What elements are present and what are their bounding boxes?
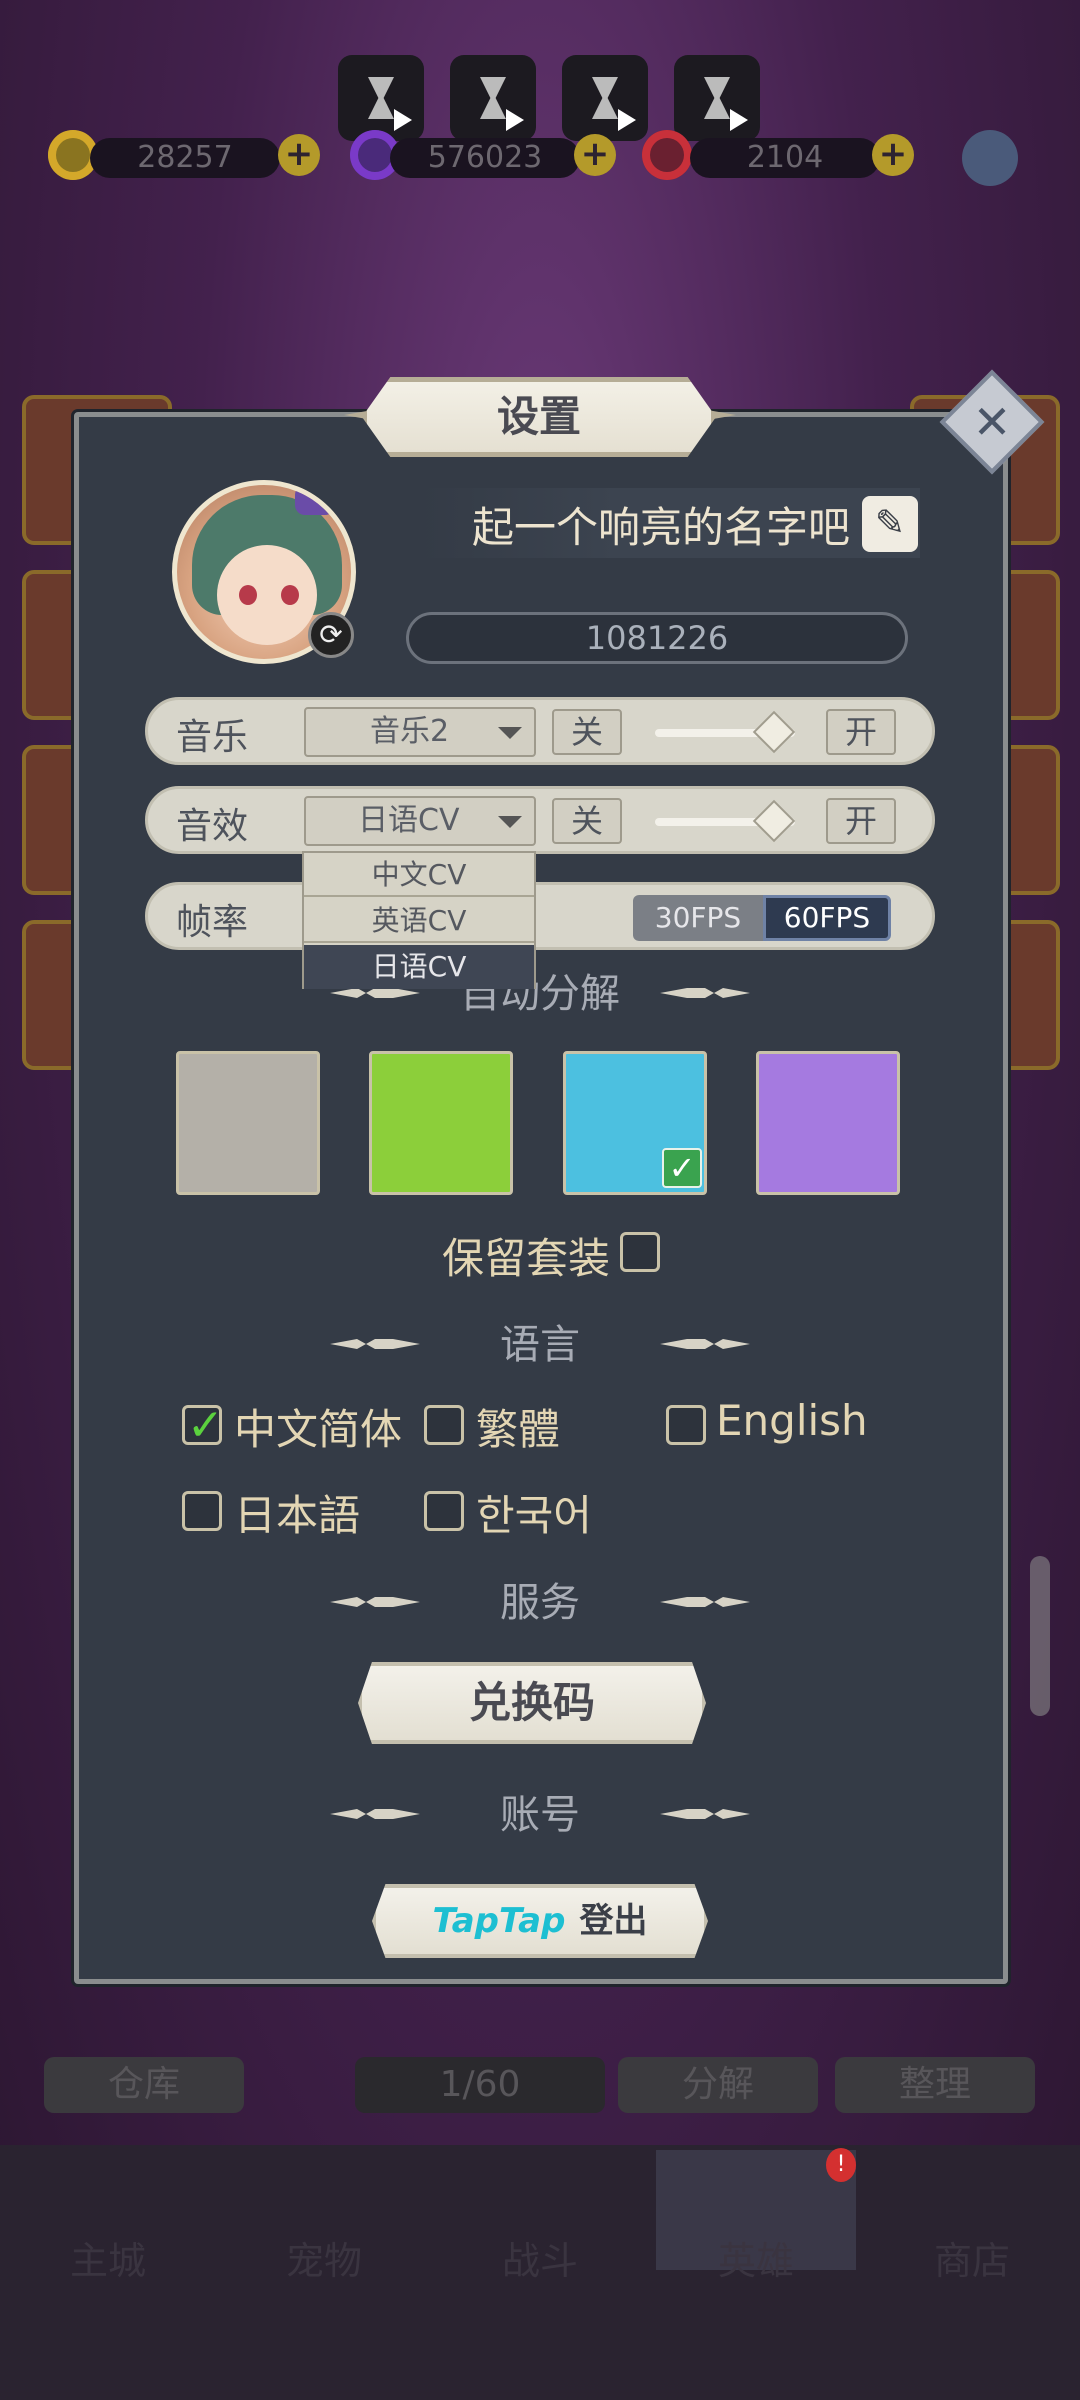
language-checkbox-korean[interactable] — [424, 1491, 464, 1531]
music-selected-value: 音乐2 — [370, 714, 450, 749]
language-option-zh-hant[interactable]: 繁體 — [476, 1396, 560, 1457]
music-select[interactable]: 音乐2 — [304, 707, 536, 757]
music-volume-slider[interactable] — [655, 710, 796, 754]
ornament-icon — [330, 1807, 420, 1821]
ruby-icon — [642, 130, 692, 180]
slider-handle[interactable] — [752, 710, 796, 754]
sfx-selected-value: 日语CV — [358, 803, 460, 838]
language-checkbox-japanese[interactable] — [182, 1491, 222, 1531]
ornament-icon — [660, 1595, 750, 1609]
fps-30-option[interactable]: 30FPS — [633, 895, 763, 941]
fps-60-option[interactable]: 60FPS — [763, 895, 891, 941]
sfx-off-button[interactable]: 关 — [552, 798, 622, 844]
sort-button[interactable]: 整理 — [835, 2057, 1035, 2113]
logout-button[interactable]: TapTap 登出 — [372, 1884, 708, 1958]
music-label: 音乐 — [176, 717, 249, 758]
play-icon — [730, 109, 748, 131]
warehouse-button[interactable]: 仓库 — [44, 2057, 244, 2113]
service-header: 服务 — [330, 1573, 750, 1633]
check-icon: ✓ — [187, 1400, 224, 1451]
sfx-select[interactable]: 日语CV — [304, 796, 536, 846]
ornament-icon — [660, 1337, 750, 1351]
hourglass-button-2[interactable] — [450, 55, 536, 141]
swatch-purple[interactable] — [756, 1051, 900, 1195]
close-icon: ✕ — [972, 395, 1012, 449]
language-option-korean[interactable]: 한국어 — [476, 1482, 592, 1543]
sfx-label: 音效 — [176, 806, 249, 847]
language-option-japanese[interactable]: 日本語 — [234, 1482, 360, 1543]
decompose-button[interactable]: 分解 — [618, 2057, 818, 2113]
dropdown-option-english-cv[interactable]: 英语CV — [304, 899, 534, 943]
language-option-zh-hans[interactable]: 中文简体 — [234, 1396, 402, 1457]
settings-gear-icon[interactable] — [962, 130, 1018, 186]
gem-amount: 576023 — [390, 138, 580, 178]
taptap-logo: TapTap — [432, 1901, 566, 1941]
swatch-green[interactable] — [369, 1051, 513, 1195]
sfx-dropdown-menu: 中文CV 英语CV 日语CV — [302, 851, 536, 989]
ruby-amount: 2104 — [690, 138, 880, 178]
gold-amount: 28257 — [90, 138, 280, 178]
logout-label: 登出 — [579, 1901, 648, 1941]
play-icon — [394, 109, 412, 131]
account-header: 账号 — [330, 1785, 750, 1845]
chevron-down-icon — [498, 727, 522, 739]
play-icon — [506, 109, 524, 131]
keep-set-checkbox[interactable] — [620, 1232, 660, 1272]
language-checkbox-zh-hant[interactable] — [424, 1405, 464, 1445]
nav-main-city[interactable]: 主城 — [8, 2150, 208, 2283]
hourglass-icon — [480, 77, 506, 119]
edit-name-button[interactable]: ✎ — [862, 496, 918, 552]
sfx-volume-slider[interactable] — [655, 799, 796, 843]
fps-label: 帧率 — [176, 902, 249, 943]
checkmark-icon: ✓ — [662, 1148, 702, 1188]
ornament-icon — [330, 1337, 420, 1351]
swatch-gray[interactable] — [176, 1051, 320, 1195]
keep-set-label: 保留套装 — [442, 1234, 611, 1283]
redeem-code-button[interactable]: 兑换码 — [358, 1662, 706, 1744]
language-checkbox-english[interactable] — [666, 1405, 706, 1445]
chevron-down-icon — [498, 816, 522, 828]
sfx-on-button[interactable]: 开 — [826, 798, 896, 844]
service-title: 服务 — [500, 1580, 580, 1626]
music-row: 音乐 音乐2 关 开 — [145, 697, 935, 765]
hourglass-icon — [368, 77, 394, 119]
language-title: 语言 — [500, 1322, 580, 1368]
language-header: 语言 — [330, 1315, 750, 1375]
scrollbar[interactable] — [1030, 1556, 1050, 1716]
add-gem-button[interactable]: + — [574, 134, 616, 176]
hourglass-icon — [592, 77, 618, 119]
ornament-icon — [330, 1595, 420, 1609]
pencil-icon: ✎ — [874, 503, 906, 544]
ornament-icon — [660, 986, 750, 1000]
music-off-button[interactable]: 关 — [552, 709, 622, 755]
language-option-english[interactable]: English — [716, 1396, 868, 1445]
hourglass-button-4[interactable] — [674, 55, 760, 141]
nav-pets[interactable]: 宠物 — [224, 2150, 424, 2283]
play-icon — [618, 109, 636, 131]
capacity-counter: 1/60 — [355, 2057, 605, 2113]
nav-shop[interactable]: 商店 — [872, 2150, 1072, 2283]
dropdown-option-chinese-cv[interactable]: 中文CV — [304, 853, 534, 897]
hourglass-button-3[interactable] — [562, 55, 648, 141]
slider-handle[interactable] — [752, 799, 796, 843]
account-title: 账号 — [500, 1792, 580, 1838]
dropdown-option-japanese-cv[interactable]: 日语CV — [304, 945, 534, 989]
player-name-field[interactable]: 起一个响亮的名字吧 — [420, 488, 920, 558]
language-checkbox-zh-hans[interactable]: ✓ — [182, 1400, 224, 1451]
music-on-button[interactable]: 开 — [826, 709, 896, 755]
add-gold-button[interactable]: + — [278, 134, 320, 176]
notification-badge: ! — [826, 2148, 856, 2182]
sfx-row: 音效 日语CV 关 开 — [145, 786, 935, 854]
player-id: 1081226 — [406, 612, 908, 664]
name-placeholder: 起一个响亮的名字吧 — [472, 503, 851, 552]
nav-battle[interactable]: 战斗 — [440, 2150, 640, 2283]
add-ruby-button[interactable]: + — [872, 134, 914, 176]
change-avatar-icon[interactable]: ⟳ — [308, 612, 354, 658]
hourglass-button-1[interactable] — [338, 55, 424, 141]
dialog-title: 设置 — [362, 377, 716, 457]
hourglass-icon — [704, 77, 730, 119]
ornament-icon — [660, 1807, 750, 1821]
